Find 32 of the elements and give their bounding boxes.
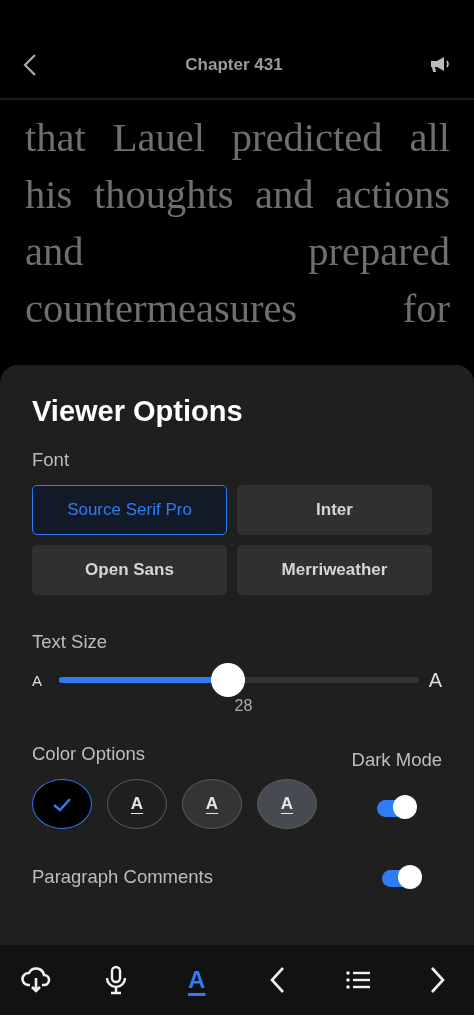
color-swatch[interactable] [32, 779, 92, 829]
next-icon[interactable] [429, 966, 446, 994]
font-option[interactable]: Open Sans [32, 545, 227, 595]
back-icon[interactable] [22, 53, 38, 77]
dark-mode-label: Dark Mode [351, 749, 442, 771]
section-label: Text Size [32, 631, 109, 653]
list-icon[interactable] [345, 970, 370, 990]
color-swatch[interactable]: A [182, 779, 242, 829]
toggle-switch[interactable] [376, 795, 417, 819]
chapter-title: Chapter 431 [185, 54, 283, 75]
checkmark-icon [52, 796, 72, 812]
megaphone-icon[interactable] [430, 56, 452, 74]
section-label: Color Options [32, 743, 147, 765]
section-label: Font [32, 449, 71, 471]
font-option[interactable]: Inter [237, 485, 432, 535]
previous-icon[interactable] [269, 966, 286, 994]
microphone-icon[interactable] [104, 965, 129, 995]
font-option[interactable]: Source Serif Pro [32, 485, 227, 535]
chapter-paragraph: that Lauel predicted all his thoughts and actions and prepared countermeasures for [25, 114, 450, 333]
size-slider[interactable] [59, 663, 419, 697]
slider-thumb[interactable] [211, 663, 246, 697]
paragraph-comments-label: Paragraph Comments [32, 866, 213, 888]
font-option[interactable]: Merriweather [237, 545, 432, 595]
text-options-button[interactable]: A [178, 960, 215, 1000]
sheet-title: Viewer Options [32, 394, 244, 429]
color-swatch[interactable]: A [257, 779, 317, 829]
size-value: 28 [233, 697, 254, 715]
small-size-label: A [32, 671, 43, 689]
cloud-download-icon[interactable] [21, 966, 51, 994]
large-size-label: A [428, 668, 442, 692]
color-swatch[interactable]: A [107, 779, 167, 829]
toggle-switch[interactable] [382, 865, 422, 889]
